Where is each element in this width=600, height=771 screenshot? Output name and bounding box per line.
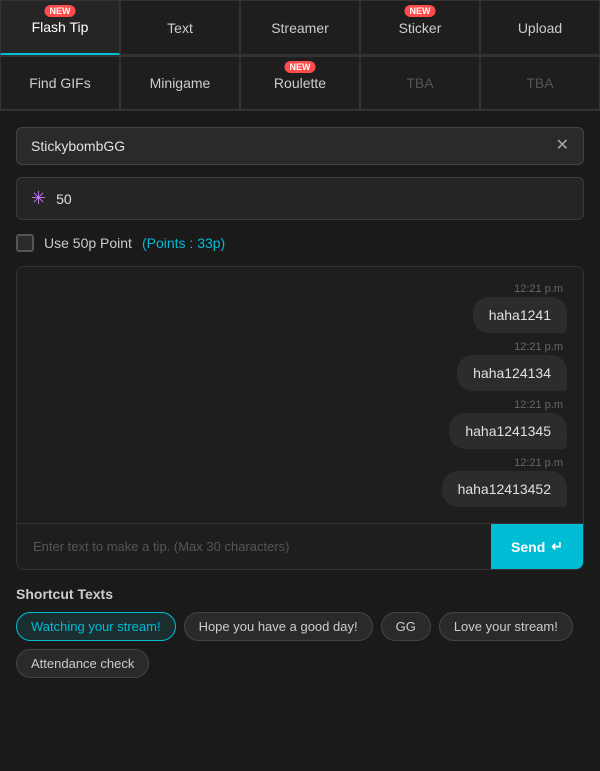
chat-bubble-4: haha12413452 xyxy=(442,471,567,507)
tab-row-2: Find GIFs Minigame NEW Roulette TBA TBA xyxy=(0,56,600,111)
chat-input-row: Send ↵ xyxy=(17,523,583,569)
table-row: 12:21 p.m haha124134 xyxy=(33,341,567,391)
send-button[interactable]: Send ↵ xyxy=(491,524,583,569)
tab-roulette[interactable]: NEW Roulette xyxy=(240,56,360,110)
tab-sticker-label: Sticker xyxy=(399,20,442,36)
points-input[interactable] xyxy=(56,191,116,207)
tab-sticker[interactable]: NEW Sticker xyxy=(360,0,480,55)
badge-new-sticker: NEW xyxy=(405,5,436,17)
star-icon: ✳ xyxy=(31,188,46,209)
shortcut-tags: Watching your stream! Hope you have a go… xyxy=(16,612,584,678)
main-content: ✕ ✳ Use 50p Point (Points : 33p) 12:21 p… xyxy=(0,111,600,586)
chat-messages: 12:21 p.m haha1241 12:21 p.m haha124134 … xyxy=(17,267,583,523)
shortcut-tag-watching[interactable]: Watching your stream! xyxy=(16,612,176,641)
clear-button[interactable]: ✕ xyxy=(556,138,569,154)
chat-bubble-2: haha124134 xyxy=(457,355,567,391)
table-row: 12:21 p.m haha1241 xyxy=(33,283,567,333)
tab-find-gifs[interactable]: Find GIFs xyxy=(0,56,120,110)
chat-bubble-1: haha1241 xyxy=(473,297,567,333)
tab-flash-tip[interactable]: NEW Flash Tip xyxy=(0,0,120,55)
send-icon: ↵ xyxy=(551,538,563,555)
badge-new-roulette: NEW xyxy=(285,61,316,73)
chat-bubble-3: haha1241345 xyxy=(449,413,567,449)
send-label: Send xyxy=(511,539,545,555)
chat-time-3: 12:21 p.m xyxy=(514,399,563,411)
chat-time-2: 12:21 p.m xyxy=(514,341,563,353)
tab-text-label: Text xyxy=(167,20,193,36)
use-point-checkbox[interactable] xyxy=(16,234,34,252)
tab-flash-tip-label: Flash Tip xyxy=(32,19,89,35)
tab-upload[interactable]: Upload xyxy=(480,0,600,55)
tab-text[interactable]: Text xyxy=(120,0,240,55)
chat-area: 12:21 p.m haha1241 12:21 p.m haha124134 … xyxy=(16,266,584,570)
tab-streamer[interactable]: Streamer xyxy=(240,0,360,55)
table-row: 12:21 p.m haha1241345 xyxy=(33,399,567,449)
streamer-input[interactable] xyxy=(31,138,556,154)
chat-time-1: 12:21 p.m xyxy=(514,283,563,295)
shortcut-tag-gg[interactable]: GG xyxy=(381,612,431,641)
tab-roulette-label: Roulette xyxy=(274,75,326,91)
use-point-row: Use 50p Point (Points : 33p) xyxy=(16,232,584,254)
chat-text-input[interactable] xyxy=(17,524,491,569)
tab-minigame-label: Minigame xyxy=(150,75,211,91)
tab-find-gifs-label: Find GIFs xyxy=(29,75,90,91)
tab-upload-label: Upload xyxy=(518,20,562,36)
tab-row-1: NEW Flash Tip Text Streamer NEW Sticker … xyxy=(0,0,600,56)
shortcut-tag-attendance[interactable]: Attendance check xyxy=(16,649,149,678)
table-row: 12:21 p.m haha12413452 xyxy=(33,457,567,507)
use-point-label: Use 50p Point xyxy=(44,235,132,251)
shortcut-tag-hope[interactable]: Hope you have a good day! xyxy=(184,612,373,641)
tab-tba-1-label: TBA xyxy=(406,75,433,91)
tab-tba-1: TBA xyxy=(360,56,480,110)
tab-tba-2: TBA xyxy=(480,56,600,110)
use-point-points: (Points : 33p) xyxy=(142,235,225,251)
chat-time-4: 12:21 p.m xyxy=(514,457,563,469)
tab-streamer-label: Streamer xyxy=(271,20,329,36)
tab-tba-2-label: TBA xyxy=(526,75,553,91)
points-row: ✳ xyxy=(16,177,584,220)
badge-new-flash-tip: NEW xyxy=(45,5,76,17)
tab-minigame[interactable]: Minigame xyxy=(120,56,240,110)
shortcut-title: Shortcut Texts xyxy=(16,586,584,602)
streamer-input-wrapper: ✕ xyxy=(16,127,584,165)
shortcut-section: Shortcut Texts Watching your stream! Hop… xyxy=(0,586,600,694)
shortcut-tag-love[interactable]: Love your stream! xyxy=(439,612,573,641)
